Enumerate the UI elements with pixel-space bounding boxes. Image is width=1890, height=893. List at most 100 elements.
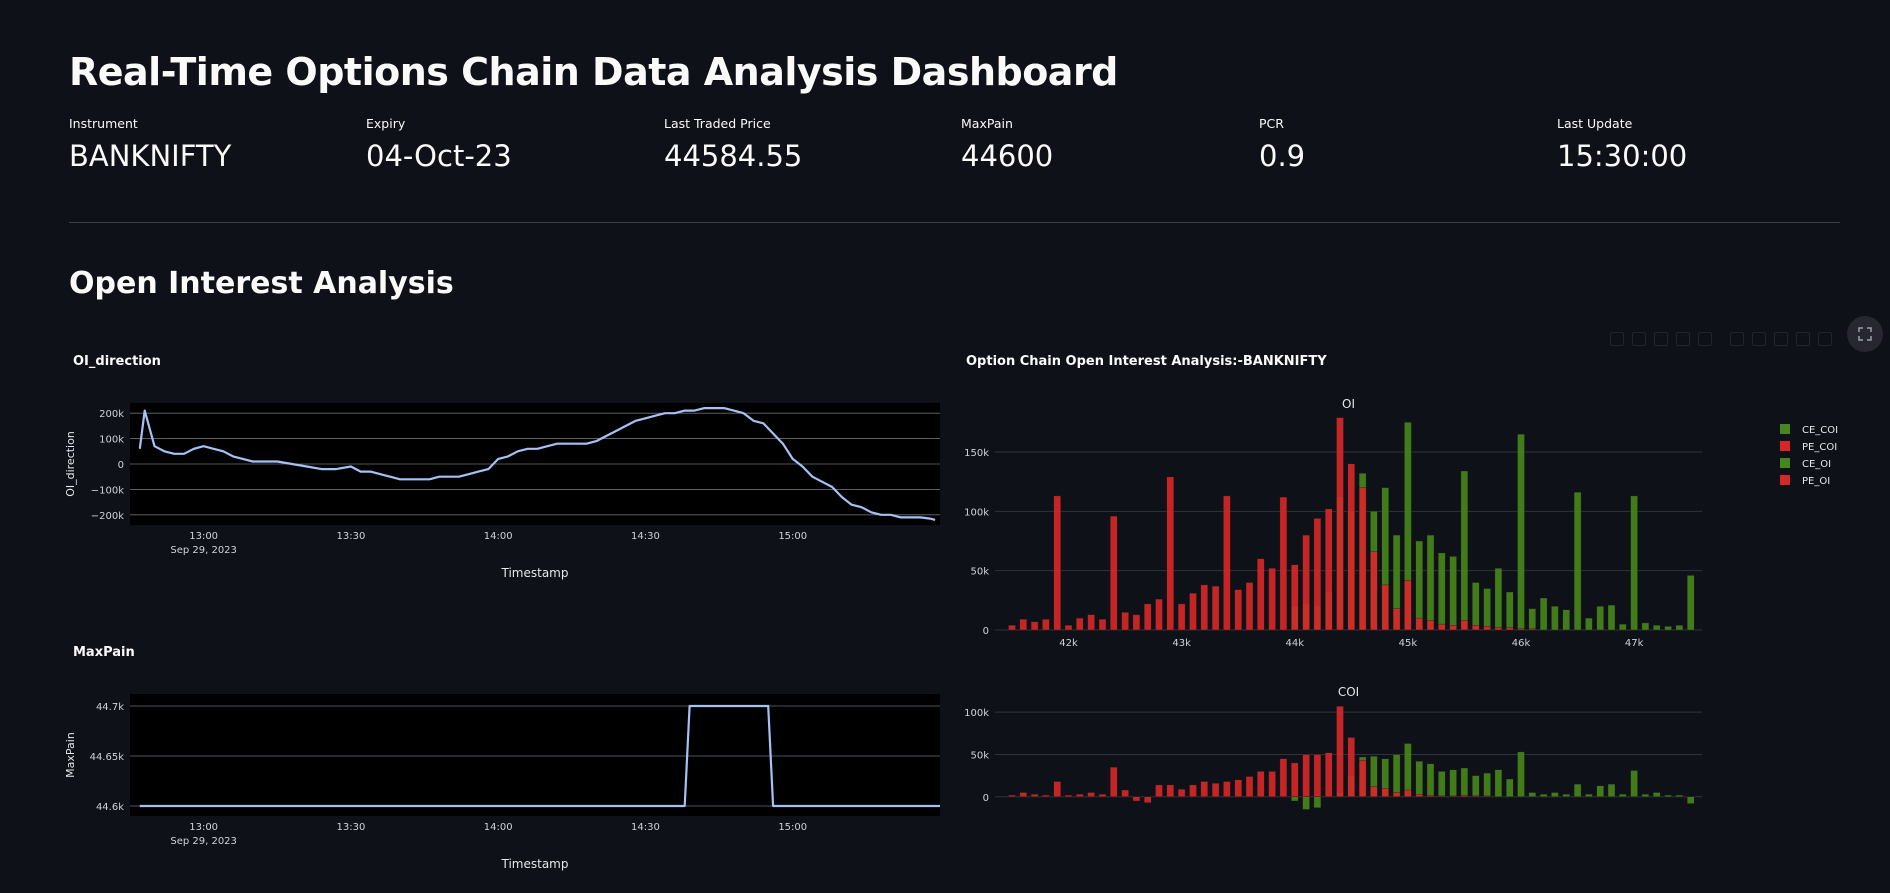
pe-bar	[1257, 558, 1265, 631]
y-tick-label: 44.7k	[96, 702, 124, 713]
metric-value: 44600	[961, 139, 1054, 173]
pe-bar	[1268, 771, 1276, 797]
maxpain-chart-title: MaxPain	[73, 645, 135, 660]
pe-bar	[1030, 621, 1039, 631]
x-tick-label: 14:30	[631, 822, 660, 833]
legend-swatch	[1780, 424, 1790, 434]
metric-value: 44584.55	[664, 139, 803, 173]
pe-bar	[1370, 551, 1378, 631]
y-tick-label: 0	[983, 793, 989, 804]
hover-icon[interactable]	[1818, 332, 1832, 346]
ce-bar	[1392, 754, 1401, 797]
x-tick-label: 43k	[1172, 638, 1191, 649]
y-tick-label: −200k	[91, 511, 124, 522]
pe-bar	[1030, 794, 1039, 797]
subplot-title: OI	[1342, 397, 1355, 411]
x-tick-label: 15:00	[778, 822, 807, 833]
metric-label: Last Update	[1557, 116, 1633, 131]
ce-bar	[1573, 492, 1582, 631]
ce-bar	[1483, 772, 1491, 798]
pe-bar	[1347, 737, 1355, 797]
pe-bar	[1008, 625, 1016, 631]
pe-bar	[1245, 582, 1254, 631]
pe-bar	[1211, 585, 1220, 631]
y-tick-label: 0	[118, 460, 124, 471]
ce-bar	[1426, 763, 1435, 797]
pe-bar	[1517, 628, 1525, 631]
x-tick-label: 42k	[1059, 638, 1078, 649]
y-tick-label: 50k	[970, 567, 989, 578]
x-tick-label: 44k	[1286, 638, 1305, 649]
pe-bar	[1110, 767, 1118, 798]
pe-bar	[1042, 619, 1050, 631]
ce-bar	[1438, 771, 1446, 797]
pe-bar	[1325, 752, 1333, 797]
ce-bar	[1562, 794, 1570, 797]
pe-bar	[1279, 758, 1288, 798]
pe-bar	[1279, 496, 1288, 631]
pe-bar	[1302, 754, 1310, 797]
pe-bar	[1449, 625, 1457, 631]
zoom-in-icon[interactable]	[1730, 332, 1744, 346]
legend-swatch	[1780, 458, 1790, 468]
divider	[69, 222, 1840, 223]
pe-bar	[1426, 620, 1435, 631]
ce-bar	[1641, 622, 1650, 631]
pe-bar	[1268, 568, 1276, 631]
pe-bar	[1087, 792, 1095, 797]
pe-bar	[1404, 579, 1412, 631]
ce-bar	[1426, 534, 1435, 631]
ce-bar	[1506, 778, 1514, 797]
y-tick-label: 44.65k	[90, 752, 125, 763]
legend-swatch	[1780, 441, 1790, 451]
autoscale-icon[interactable]	[1774, 332, 1788, 346]
pe-bar	[1291, 564, 1299, 631]
ce-bar	[1619, 794, 1627, 797]
pe-bar	[1426, 794, 1435, 798]
ce-bar	[1675, 625, 1684, 631]
zoom-icon[interactable]	[1632, 332, 1646, 346]
metric-value: 04-Oct-23	[366, 139, 512, 173]
metric-last-traded-price: Last Traded Price 44584.55	[664, 116, 944, 173]
pe-bar	[1347, 463, 1355, 631]
subplot-title: COI	[1338, 685, 1359, 699]
pan-icon[interactable]	[1654, 332, 1668, 346]
legend-label: CE_COI	[1802, 425, 1838, 436]
oi-bar-chart[interactable]: OI 0 50k 100k 150k 42k 43k 44k 45k 46k 47k COI 0 50k 1…	[950, 390, 1890, 820]
pe-bar	[1472, 625, 1480, 631]
pe-bar	[1200, 781, 1209, 797]
x-axis-label: Timestamp	[501, 857, 569, 871]
ce-bar	[1415, 540, 1423, 631]
ce-bar	[1291, 796, 1299, 802]
ce-bar	[1562, 609, 1570, 631]
pe-bar	[1019, 792, 1028, 797]
reset-axes-icon[interactable]	[1796, 332, 1810, 346]
pe-bar	[1177, 789, 1186, 798]
metric-expiry: Expiry 04-Oct-23	[366, 116, 646, 173]
y-axis-label: OI_direction	[64, 431, 77, 497]
fullscreen-button[interactable]	[1847, 316, 1883, 352]
zoom-out-icon[interactable]	[1752, 332, 1766, 346]
pe-bar	[1302, 534, 1310, 631]
x-axis-label: Timestamp	[501, 566, 569, 580]
y-tick-label: −100k	[91, 485, 124, 496]
fullscreen-icon	[1858, 327, 1872, 341]
pe-bar	[1121, 789, 1129, 798]
ce-bar	[1607, 604, 1616, 631]
pe-bar	[1472, 795, 1480, 797]
lasso-icon[interactable]	[1698, 332, 1712, 346]
ce-bar	[1302, 796, 1310, 810]
camera-icon[interactable]	[1610, 332, 1624, 346]
maxpain-chart[interactable]: 44.7k 44.65k 44.6k 13:00 Sep 29, 2023 13:30 14…	[60, 686, 960, 876]
box-select-icon[interactable]	[1676, 332, 1690, 346]
x-tick-label: 14:00	[484, 822, 513, 833]
ce-bar	[1528, 608, 1536, 631]
metric-label: Instrument	[69, 116, 138, 131]
pe-bar	[1143, 796, 1152, 803]
x-tick-label: 13:30	[336, 822, 365, 833]
pe-bar	[1064, 794, 1073, 798]
x-tick-label: 14:30	[631, 531, 660, 542]
ce-bar	[1460, 767, 1469, 797]
pe-bar	[1438, 623, 1446, 631]
oi-direction-chart[interactable]: 200k 100k 0 −100k −200k 13:00 Sep 29, 2023 13:3…	[60, 395, 960, 585]
